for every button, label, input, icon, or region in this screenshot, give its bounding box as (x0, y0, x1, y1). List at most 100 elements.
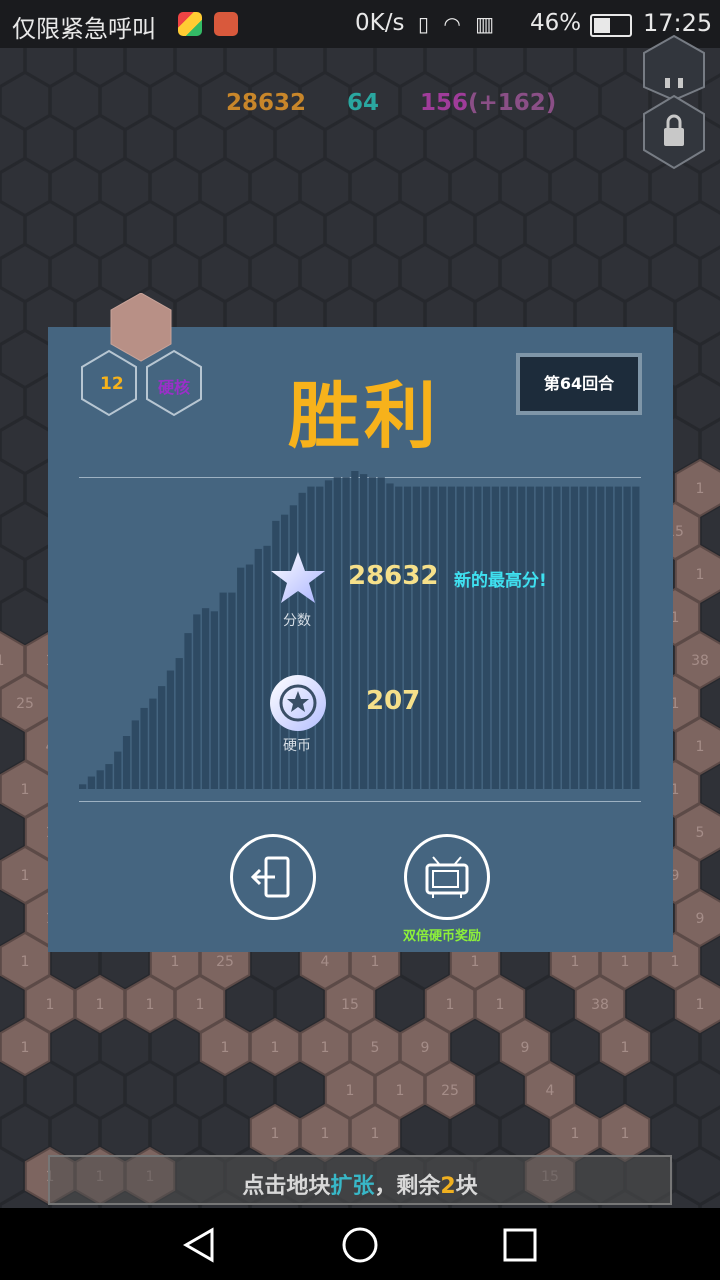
tile-value: 1 (321, 1040, 330, 1056)
tile-value: 1 (571, 1126, 580, 1142)
tile-value: 9 (696, 911, 705, 927)
home-icon (342, 1227, 378, 1263)
tile-value: 1 (371, 954, 380, 970)
tile-value: 38 (591, 997, 609, 1013)
exit-button[interactable] (230, 834, 316, 920)
chart-bar (386, 483, 394, 789)
tile-value: 1 (171, 954, 180, 970)
tile-value: 1 (46, 997, 55, 1013)
tile-value: 1 (671, 954, 680, 970)
tile-value: 4 (546, 1083, 555, 1099)
chart-bar (491, 486, 499, 789)
chart-bar (412, 486, 420, 789)
tile-value: 5 (696, 825, 705, 841)
coin-icon (270, 675, 326, 731)
chart-bar (237, 567, 245, 789)
chart-bottom-divider (79, 801, 641, 802)
tile-value: 25 (441, 1083, 459, 1099)
tile-value: 1 (496, 997, 505, 1013)
clock: 17:25 (643, 9, 713, 37)
chart-bar (149, 698, 157, 789)
chart-bar (456, 486, 464, 789)
chart-bar (140, 707, 148, 789)
chart-bar (105, 764, 113, 789)
blocked-notification-icon (214, 12, 238, 36)
chart-bar (333, 477, 341, 789)
pause-button[interactable] (641, 34, 707, 102)
tile-value: 1 (396, 1083, 405, 1099)
chart-bar (518, 486, 526, 789)
chart-bar (122, 736, 131, 789)
chart-bar (421, 486, 429, 789)
chart-bar (79, 784, 87, 789)
chart-bar (351, 471, 359, 789)
chart-bar (597, 486, 605, 789)
chart-bar (430, 486, 438, 789)
chart-bar (245, 564, 254, 789)
exit-icon (250, 856, 290, 898)
chart-bar (535, 486, 543, 789)
home-button[interactable] (340, 1226, 380, 1266)
tile-value: 1 (321, 1126, 330, 1142)
tile-value: 1 (21, 782, 30, 798)
chart-bar (201, 608, 210, 789)
double-coin-reward-button[interactable] (404, 834, 490, 920)
chart-bar (482, 486, 491, 789)
chart-bar (219, 592, 227, 789)
tile-value: 1 (571, 954, 580, 970)
app-notification-icon (178, 12, 202, 36)
expand-hint-banner: 点击地块扩张，剩余2块 (48, 1155, 672, 1205)
chart-bar (614, 486, 622, 789)
back-button[interactable] (180, 1226, 220, 1266)
coin-value: 207 (366, 686, 421, 716)
navigation-bar (0, 1208, 720, 1280)
round-badge: 第64回合 (516, 353, 642, 415)
tile-value: 5 (371, 1040, 380, 1056)
chart-bar (465, 486, 473, 789)
tile-value: 9 (521, 1040, 530, 1056)
battery-percentage: 46% (530, 10, 582, 36)
chart-bar (324, 480, 333, 789)
tile-value: 1 (21, 868, 30, 884)
hud-score: 28632 (226, 90, 307, 116)
tile-value: 1 (0, 653, 4, 669)
chart-bar (474, 486, 482, 789)
difficulty-label: 硬核 (158, 378, 191, 397)
hud-coins-delta: (+162) (468, 90, 557, 116)
tile-value: 1 (696, 481, 705, 497)
back-icon (182, 1227, 214, 1263)
chart-bar (377, 477, 385, 789)
status-bar: 仅限紧急呼叫 0K/s ▯ ◠ ▥ 46% 17:25 (0, 0, 720, 48)
double-coin-label: 双倍硬币奖励 (403, 929, 482, 944)
chart-bar (342, 477, 350, 789)
tv-icon (425, 856, 469, 898)
tile-value: 1 (221, 1040, 230, 1056)
chart-bar (526, 486, 535, 789)
chart-bar (403, 486, 412, 789)
chart-bar (632, 486, 640, 789)
score-label: 分数 (283, 613, 311, 629)
tile-value: 1 (621, 1040, 630, 1056)
pause-icon (665, 78, 670, 88)
tile-value: 1 (471, 954, 480, 970)
signal-icons: ▯ ◠ ▥ (418, 12, 499, 36)
tile-value: 1 (146, 997, 155, 1013)
chart-bar (439, 486, 447, 789)
chart-bar (553, 486, 561, 789)
chart-bar (316, 486, 324, 789)
chart-bar (114, 751, 122, 789)
hud-round: 64 (347, 90, 380, 116)
lock-button[interactable] (641, 94, 707, 170)
recents-button[interactable] (500, 1226, 540, 1266)
chart-bar (368, 477, 377, 789)
chart-bar (561, 486, 570, 789)
tile-value: 4 (321, 954, 330, 970)
chart-bar (579, 486, 587, 789)
chart-bar (447, 486, 456, 789)
chart-bar (158, 686, 166, 789)
tile-value: 1 (371, 1126, 380, 1142)
tile-value: 1 (271, 1040, 280, 1056)
victory-title: 胜利 (288, 374, 441, 458)
chart-bar (131, 720, 139, 789)
chart-bar (96, 770, 104, 789)
